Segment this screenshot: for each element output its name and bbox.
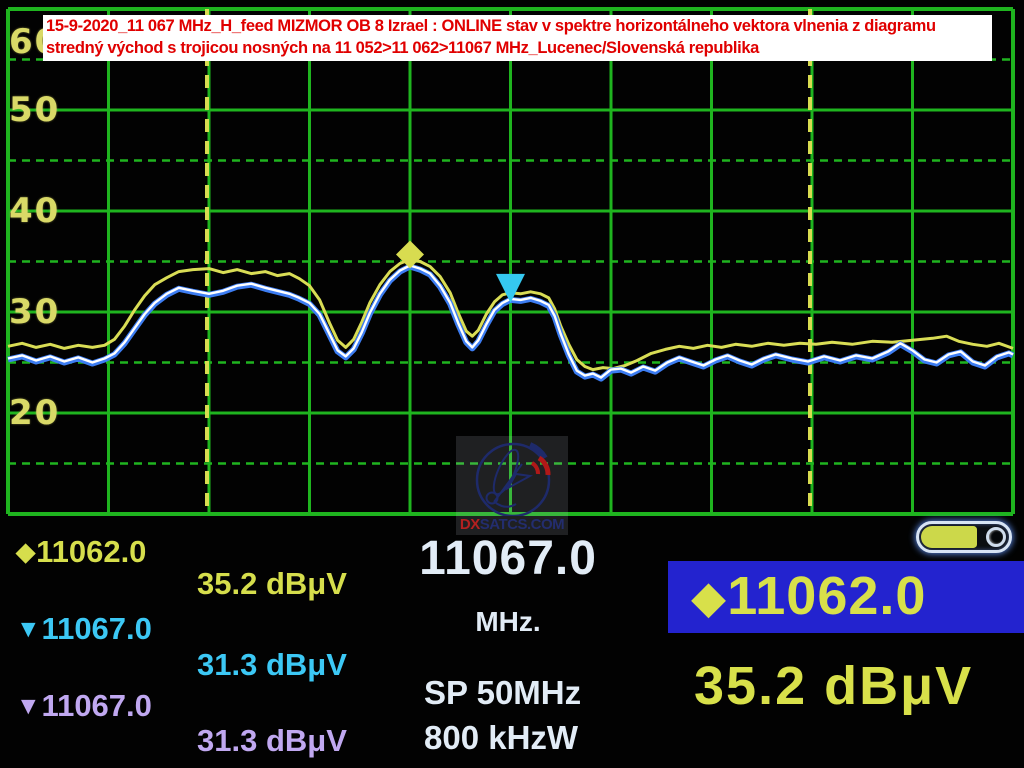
banner-line2: stredný východ s trojicou nosných na 11 … (46, 38, 992, 60)
y-tick-label: 30 (9, 292, 69, 332)
y-tick-label: 50 (9, 90, 69, 130)
y-tick-label: 20 (9, 393, 69, 433)
battery-fill (921, 526, 977, 548)
dxsatcs-watermark: DXSATCS.COM (456, 436, 568, 535)
battery-icon (916, 521, 1012, 553)
marker2-level-readout: 31.3 dBμV (197, 647, 347, 683)
span-readout: SP 50MHz (424, 674, 581, 712)
y-tick-label: 40 (9, 191, 69, 231)
center-frequency-unit: MHz. (402, 606, 614, 638)
marker1-level-readout: 35.2 dBμV (197, 566, 347, 602)
triangle-marker-icon: ▼ (16, 693, 41, 720)
selected-marker-level: 35.2 dBμV (694, 655, 973, 717)
marker1-frequency: 11062.0 (36, 534, 146, 569)
diamond-marker-icon: ◆ (16, 539, 35, 566)
bandwidth-readout: 800 kHzW (424, 719, 578, 757)
dxsatcs-logo-icon (456, 436, 568, 516)
marker3-frequency: 11067.0 (42, 688, 152, 723)
center-frequency: 11067.0 (402, 531, 614, 586)
diamond-marker-icon: ◆ (692, 574, 726, 622)
marker2-frequency-readout: ▼11067.0 (16, 611, 152, 647)
selected-marker-box: ◆11062.0 (668, 561, 1024, 633)
marker3-frequency-readout: ▼11067.0 (16, 688, 152, 724)
triangle-marker-icon: ▼ (16, 616, 41, 643)
selected-marker-frequency: 11062.0 (727, 566, 926, 626)
spectrum-analyzer-screen: 6050403020 15-9-2020_11 067 MHz_H_feed M… (0, 0, 1024, 768)
info-banner: 15-9-2020_11 067 MHz_H_feed MIZMOR OB 8 … (43, 15, 992, 61)
battery-cap (986, 527, 1006, 547)
marker3-level-readout: 31.3 dBμV (197, 723, 347, 759)
banner-line1: 15-9-2020_11 067 MHz_H_feed MIZMOR OB 8 … (46, 16, 992, 38)
marker1-frequency-readout: ◆11062.0 (16, 534, 146, 570)
marker2-frequency: 11067.0 (42, 611, 152, 646)
